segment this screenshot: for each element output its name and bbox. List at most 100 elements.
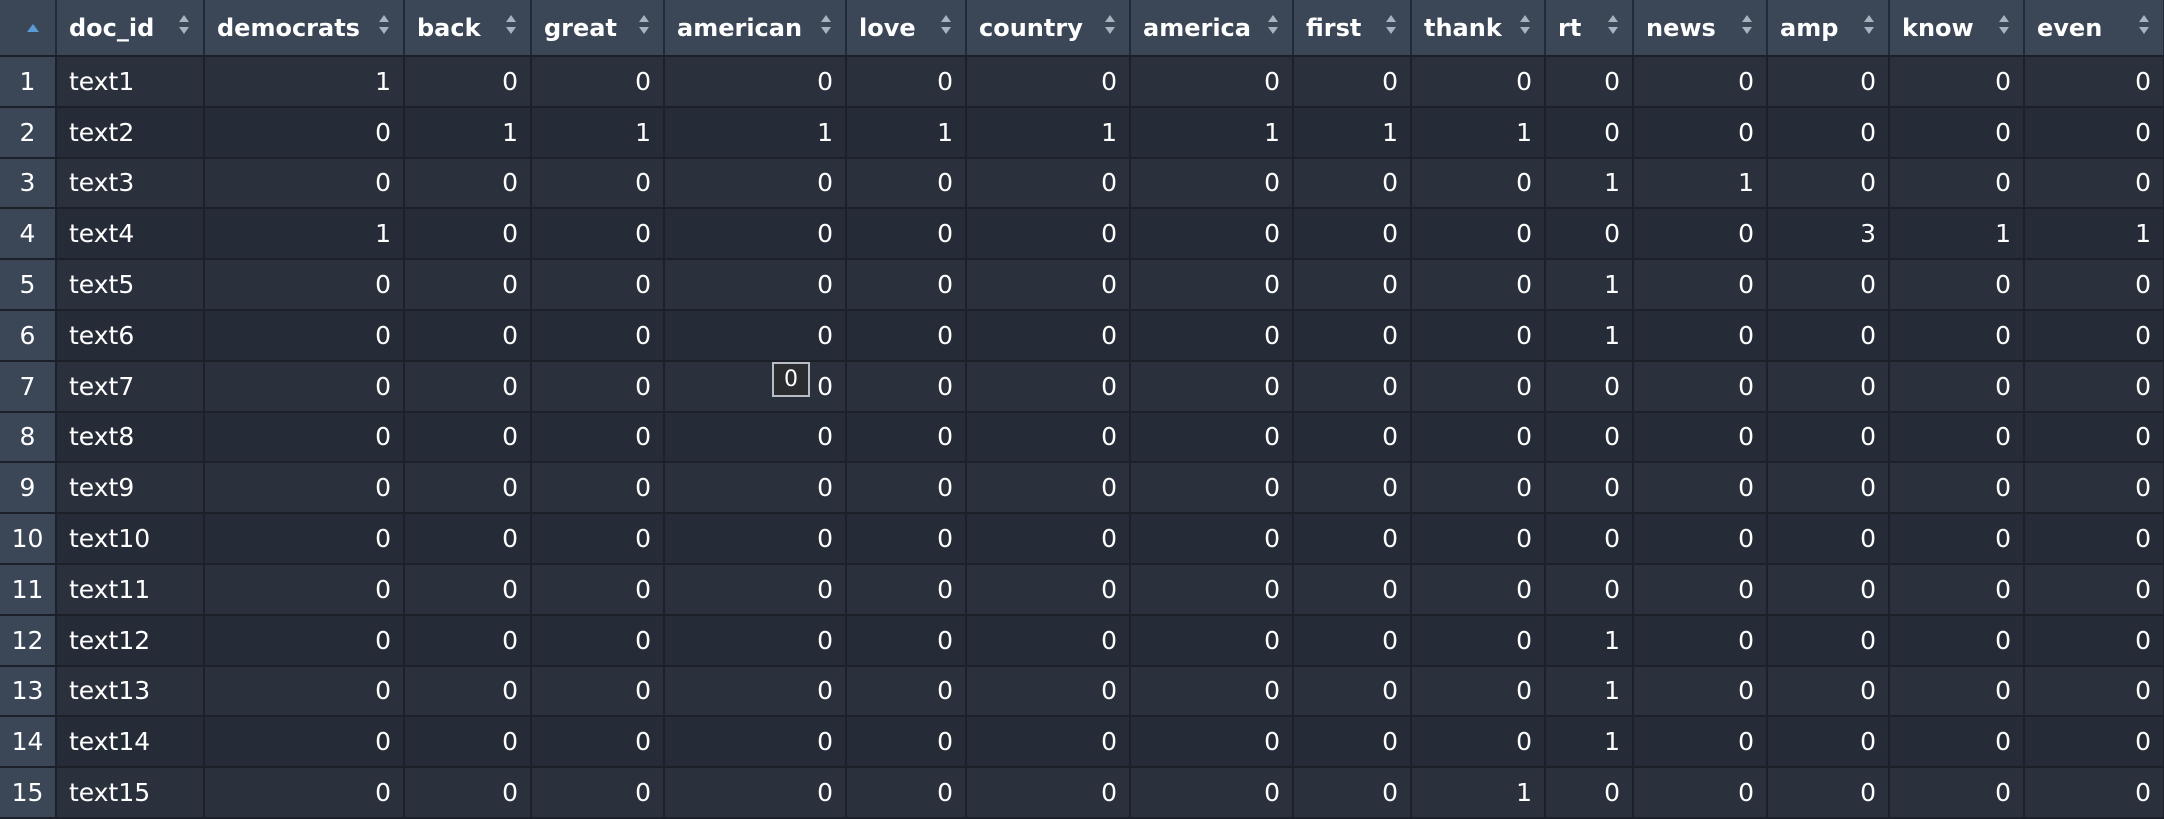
cell-america[interactable]: 1 <box>1130 106 1294 159</box>
cell-back[interactable]: 0 <box>404 767 532 819</box>
sort-toggle-icon[interactable] <box>939 13 953 37</box>
column-header-even[interactable]: even <box>2024 0 2164 57</box>
cell-news[interactable]: 0 <box>1633 767 1768 819</box>
cell-love[interactable]: 0 <box>846 411 967 464</box>
cell-news[interactable]: 0 <box>1633 106 1768 159</box>
cell-american[interactable]: 0 <box>664 208 847 261</box>
cell-doc-id[interactable]: text8 <box>56 411 205 464</box>
cell-democrats[interactable]: 0 <box>204 665 405 718</box>
cell-first[interactable]: 0 <box>1293 411 1412 464</box>
cell-country[interactable]: 0 <box>966 563 1131 616</box>
sort-toggle-icon[interactable] <box>1518 13 1532 37</box>
cell-know[interactable]: 0 <box>1889 309 2025 362</box>
cell-thank[interactable]: 0 <box>1411 56 1546 108</box>
cell-even[interactable]: 0 <box>2024 157 2164 210</box>
cell-news[interactable]: 0 <box>1633 411 1768 464</box>
cell-back[interactable]: 0 <box>404 614 532 667</box>
sort-toggle-icon[interactable] <box>2137 13 2151 37</box>
cell-even[interactable]: 0 <box>2024 360 2164 413</box>
cell-democrats[interactable]: 1 <box>204 208 405 261</box>
cell-doc-id[interactable]: text11 <box>56 563 205 616</box>
cell-value-tooltip[interactable]: 0 <box>772 362 810 397</box>
cell-great[interactable]: 0 <box>531 360 665 413</box>
cell-rt[interactable]: 1 <box>1545 716 1634 769</box>
cell-know[interactable]: 0 <box>1889 360 2025 413</box>
cell-back[interactable]: 0 <box>404 360 532 413</box>
cell-great[interactable]: 0 <box>531 614 665 667</box>
cell-even[interactable]: 0 <box>2024 614 2164 667</box>
sort-toggle-icon[interactable] <box>1384 13 1398 37</box>
cell-amp[interactable]: 0 <box>1767 462 1890 515</box>
column-header-back[interactable]: back <box>404 0 532 57</box>
cell-know[interactable]: 0 <box>1889 56 2025 108</box>
cell-know[interactable]: 1 <box>1889 208 2025 261</box>
cell-news[interactable]: 0 <box>1633 462 1768 515</box>
sort-toggle-icon[interactable] <box>504 13 518 37</box>
cell-democrats[interactable]: 0 <box>204 614 405 667</box>
cell-first[interactable]: 0 <box>1293 462 1412 515</box>
cell-thank[interactable]: 0 <box>1411 563 1546 616</box>
cell-great[interactable]: 0 <box>531 157 665 210</box>
cell-country[interactable]: 1 <box>966 106 1131 159</box>
cell-america[interactable]: 0 <box>1130 259 1294 311</box>
cell-country[interactable]: 0 <box>966 309 1131 362</box>
cell-american[interactable]: 0 <box>664 259 847 311</box>
cell-back[interactable]: 0 <box>404 563 532 616</box>
cell-rt[interactable]: 1 <box>1545 157 1634 210</box>
cell-know[interactable]: 0 <box>1889 411 2025 464</box>
cell-democrats[interactable]: 0 <box>204 309 405 362</box>
cell-know[interactable]: 0 <box>1889 259 2025 311</box>
column-header-america[interactable]: america <box>1130 0 1294 57</box>
cell-country[interactable]: 0 <box>966 767 1131 819</box>
cell-know[interactable]: 0 <box>1889 563 2025 616</box>
cell-thank[interactable]: 0 <box>1411 462 1546 515</box>
cell-doc-id[interactable]: text9 <box>56 462 205 515</box>
cell-love[interactable]: 0 <box>846 563 967 616</box>
cell-rt[interactable]: 1 <box>1545 665 1634 718</box>
cell-doc-id[interactable]: text6 <box>56 309 205 362</box>
cell-first[interactable]: 0 <box>1293 716 1412 769</box>
cell-first[interactable]: 0 <box>1293 767 1412 819</box>
cell-doc-id[interactable]: text15 <box>56 767 205 819</box>
cell-democrats[interactable]: 0 <box>204 767 405 819</box>
cell-democrats[interactable]: 0 <box>204 563 405 616</box>
cell-doc-id[interactable]: text3 <box>56 157 205 210</box>
cell-thank[interactable]: 0 <box>1411 259 1546 311</box>
cell-country[interactable]: 0 <box>966 513 1131 565</box>
cell-news[interactable]: 0 <box>1633 614 1768 667</box>
cell-rt[interactable]: 0 <box>1545 513 1634 565</box>
cell-thank[interactable]: 1 <box>1411 767 1546 819</box>
column-header-love[interactable]: love <box>846 0 967 57</box>
cell-rt[interactable]: 0 <box>1545 411 1634 464</box>
cell-first[interactable]: 0 <box>1293 563 1412 616</box>
cell-american[interactable]: 0 <box>664 665 847 718</box>
cell-american[interactable]: 0 <box>664 563 847 616</box>
cell-great[interactable]: 0 <box>531 309 665 362</box>
sort-toggle-icon[interactable] <box>1997 13 2011 37</box>
cell-amp[interactable]: 0 <box>1767 360 1890 413</box>
cell-america[interactable]: 0 <box>1130 462 1294 515</box>
cell-thank[interactable]: 0 <box>1411 208 1546 261</box>
sort-toggle-icon[interactable] <box>1862 13 1876 37</box>
cell-know[interactable]: 0 <box>1889 767 2025 819</box>
cell-love[interactable]: 0 <box>846 157 967 210</box>
cell-back[interactable]: 0 <box>404 462 532 515</box>
cell-even[interactable]: 0 <box>2024 665 2164 718</box>
cell-great[interactable]: 1 <box>531 106 665 159</box>
cell-great[interactable]: 0 <box>531 767 665 819</box>
cell-doc-id[interactable]: text2 <box>56 106 205 159</box>
cell-american[interactable]: 0 <box>664 767 847 819</box>
cell-news[interactable]: 0 <box>1633 56 1768 108</box>
cell-democrats[interactable]: 0 <box>204 259 405 311</box>
cell-great[interactable]: 0 <box>531 513 665 565</box>
cell-country[interactable]: 0 <box>966 208 1131 261</box>
cell-news[interactable]: 0 <box>1633 360 1768 413</box>
cell-doc-id[interactable]: text5 <box>56 259 205 311</box>
cell-back[interactable]: 0 <box>404 513 532 565</box>
cell-know[interactable]: 0 <box>1889 716 2025 769</box>
cell-great[interactable]: 0 <box>531 56 665 108</box>
cell-even[interactable]: 1 <box>2024 208 2164 261</box>
cell-amp[interactable]: 0 <box>1767 767 1890 819</box>
column-header-great[interactable]: great <box>531 0 665 57</box>
cell-thank[interactable]: 0 <box>1411 360 1546 413</box>
